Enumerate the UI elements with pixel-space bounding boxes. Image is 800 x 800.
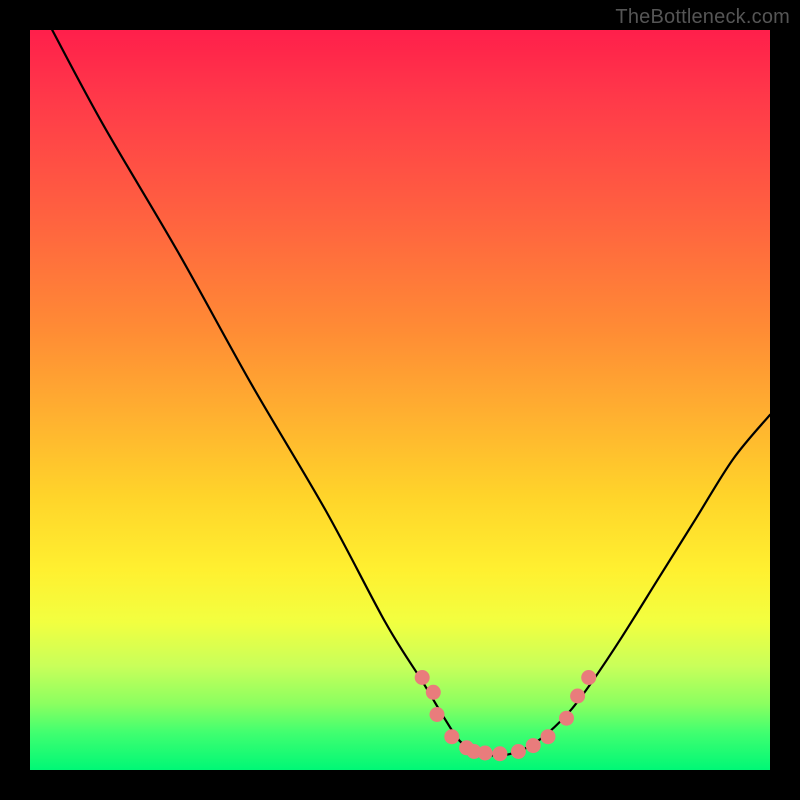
marker-dot [415,670,430,685]
plot-area [30,30,770,770]
watermark-text: TheBottleneck.com [615,6,790,29]
marker-dot [541,729,556,744]
chart-svg [30,30,770,770]
marker-dot [426,685,441,700]
marker-dot [478,746,493,761]
chart-frame: TheBottleneck.com [0,0,800,800]
marker-dot [430,707,445,722]
marker-dot [511,744,526,759]
marker-dot [526,738,541,753]
highlight-dots [415,670,597,761]
marker-dot [559,711,574,726]
marker-dot [492,746,507,761]
bottleneck-curve [52,30,770,756]
marker-dot [444,729,459,744]
marker-dot [581,670,596,685]
marker-dot [570,689,585,704]
